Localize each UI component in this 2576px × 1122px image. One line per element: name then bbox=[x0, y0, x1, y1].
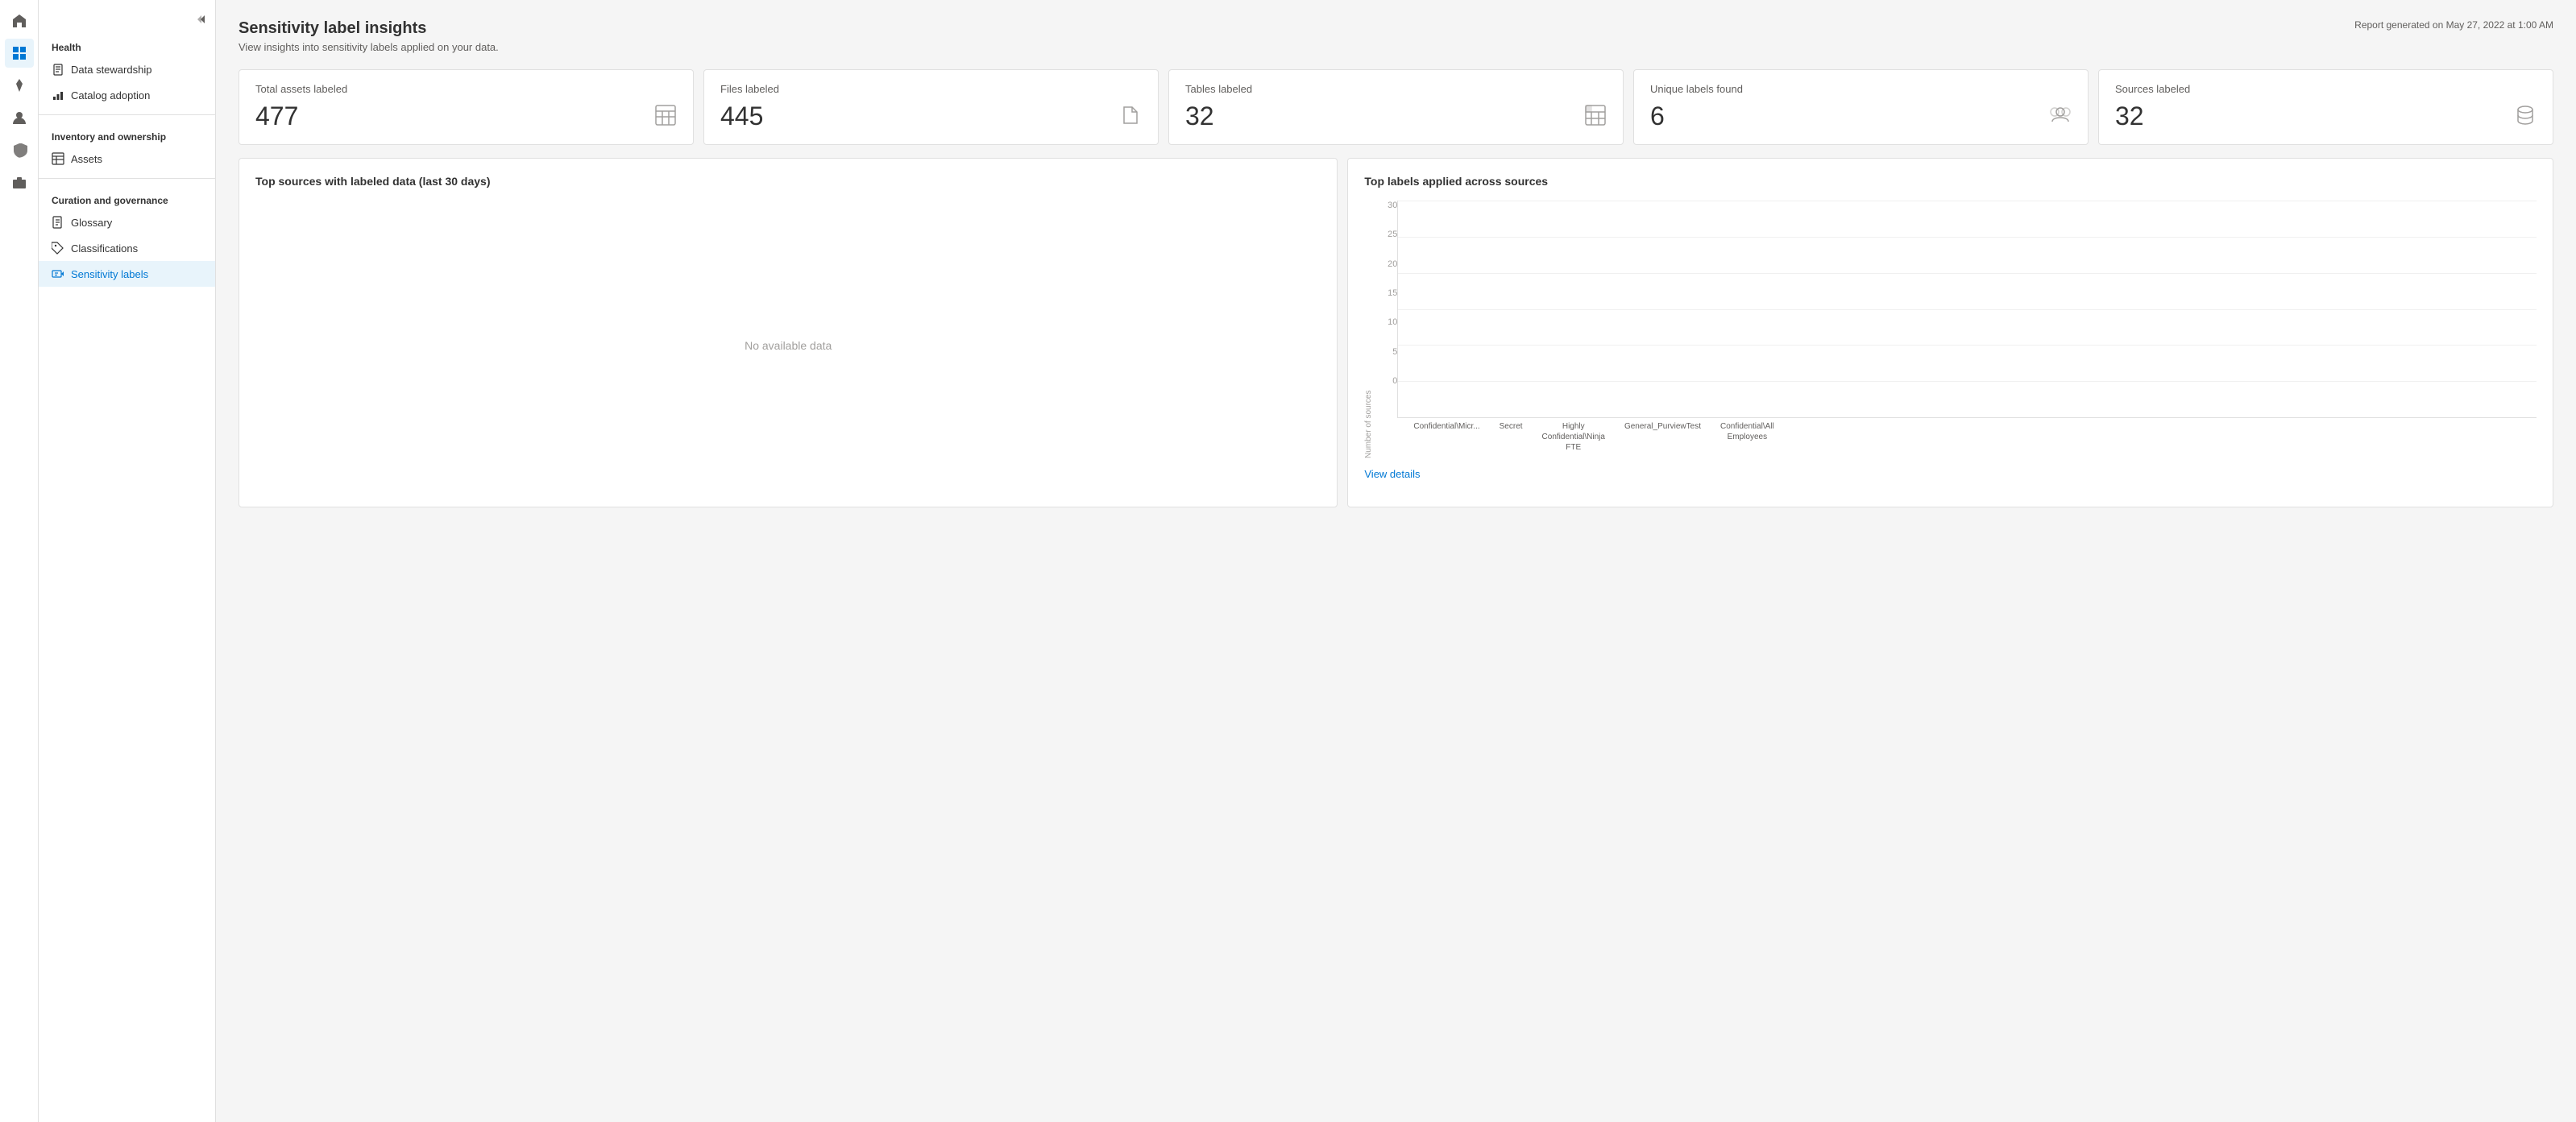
briefcase-nav-icon[interactable] bbox=[5, 168, 34, 197]
curation-section-label: Curation and governance bbox=[39, 185, 215, 209]
tables-labeled-icon bbox=[1584, 104, 1607, 129]
metric-value: 477 bbox=[255, 101, 298, 131]
metric-files-labeled: Files labeled 445 bbox=[703, 69, 1159, 145]
label-icon bbox=[52, 267, 64, 280]
sidebar-item-catalog-adoption[interactable]: Catalog adoption bbox=[39, 82, 215, 108]
sources-labeled-icon bbox=[2514, 104, 2537, 129]
bars-row bbox=[1398, 201, 2537, 417]
metric-tables-labeled: Tables labeled 32 bbox=[1168, 69, 1624, 145]
x-label-4: General_PurviewTest bbox=[1624, 418, 1701, 458]
shield-nav-icon[interactable] bbox=[5, 135, 34, 164]
report-date: Report generated on May 27, 2022 at 1:00… bbox=[2354, 19, 2553, 31]
x-label-3: HighlyConfidential\NinjaFTE bbox=[1542, 418, 1605, 458]
metrics-row: Total assets labeled 477 Files labeled 4… bbox=[239, 69, 2553, 145]
sidebar-item-label: Assets bbox=[71, 153, 102, 165]
main-content: Sensitivity label insights View insights… bbox=[216, 0, 2576, 1122]
sidebar-item-label: Sensitivity labels bbox=[71, 268, 148, 280]
health-section-label: Health bbox=[39, 32, 215, 56]
metric-value: 445 bbox=[720, 101, 763, 131]
book-icon bbox=[52, 216, 64, 229]
metric-value-row: 32 bbox=[2115, 101, 2537, 131]
view-details-link[interactable]: View details bbox=[1364, 468, 1420, 480]
metric-label: Tables labeled bbox=[1185, 83, 1607, 95]
top-sources-chart: Top sources with labeled data (last 30 d… bbox=[239, 158, 1338, 507]
sidebar-toggle[interactable] bbox=[39, 10, 215, 32]
files-labeled-icon bbox=[1119, 104, 1142, 129]
chart-inner: Number of sources 30 25 20 15 10 5 0 bbox=[1364, 201, 2537, 458]
apps-nav-icon[interactable] bbox=[5, 39, 34, 68]
page-subtitle: View insights into sensitivity labels ap… bbox=[239, 41, 499, 53]
metric-value-row: 6 bbox=[1650, 101, 2072, 131]
sidebar-item-assets[interactable]: Assets bbox=[39, 146, 215, 172]
home-nav-icon[interactable] bbox=[5, 6, 34, 35]
y-axis-title: Number of sources bbox=[1364, 201, 1373, 458]
metric-total-assets: Total assets labeled 477 bbox=[239, 69, 694, 145]
sidebar-divider bbox=[39, 114, 215, 115]
metric-sources-labeled: Sources labeled 32 bbox=[2098, 69, 2553, 145]
no-data-message: No available data bbox=[255, 201, 1321, 491]
chart-icon bbox=[52, 89, 64, 101]
metric-label: Total assets labeled bbox=[255, 83, 677, 95]
sidebar-item-data-stewardship[interactable]: Data stewardship bbox=[39, 56, 215, 82]
x-axis-labels: Confidential\Micr... Secret HighlyConfid… bbox=[1397, 418, 2537, 458]
total-assets-icon bbox=[654, 104, 677, 129]
metric-label: Files labeled bbox=[720, 83, 1142, 95]
table-icon bbox=[52, 152, 64, 165]
bars-area bbox=[1397, 201, 2537, 418]
sidebar-item-classifications[interactable]: Classifications bbox=[39, 235, 215, 261]
x-label-1: Confidential\Micr... bbox=[1413, 418, 1479, 458]
person-nav-icon[interactable] bbox=[5, 103, 34, 132]
metric-value: 32 bbox=[1185, 101, 1214, 131]
icon-rail bbox=[0, 0, 39, 1122]
sidebar-item-glossary[interactable]: Glossary bbox=[39, 209, 215, 235]
metric-value: 6 bbox=[1650, 101, 1665, 131]
sidebar-item-sensitivity-labels[interactable]: Sensitivity labels bbox=[39, 261, 215, 287]
sidebar-item-label: Classifications bbox=[71, 242, 138, 255]
sidebar: Health Data stewardship Catalog adoption… bbox=[39, 0, 216, 1122]
metric-value-row: 477 bbox=[255, 101, 677, 131]
y-label-15: 15 bbox=[1388, 288, 1397, 298]
metric-label: Unique labels found bbox=[1650, 83, 2072, 95]
metric-value-row: 32 bbox=[1185, 101, 1607, 131]
tag-icon bbox=[52, 242, 64, 255]
page-header: Sensitivity label insights View insights… bbox=[239, 19, 2553, 53]
page-title: Sensitivity label insights bbox=[239, 19, 499, 38]
metric-value-row: 445 bbox=[720, 101, 1142, 131]
x-label-2: Secret bbox=[1500, 418, 1523, 458]
y-label-25: 25 bbox=[1388, 230, 1397, 239]
metric-value: 32 bbox=[2115, 101, 2144, 131]
top-labels-title: Top labels applied across sources bbox=[1364, 175, 2537, 188]
sidebar-item-label: Catalog adoption bbox=[71, 89, 150, 101]
sidebar-item-label: Data stewardship bbox=[71, 64, 151, 76]
top-labels-chart: Top labels applied across sources Number… bbox=[1347, 158, 2553, 507]
y-axis: 30 25 20 15 10 5 0 bbox=[1375, 201, 1397, 418]
y-label-20: 20 bbox=[1388, 259, 1397, 269]
inventory-section-label: Inventory and ownership bbox=[39, 122, 215, 146]
x-labels-row: Confidential\Micr... Secret HighlyConfid… bbox=[1397, 418, 1790, 458]
top-sources-title: Top sources with labeled data (last 30 d… bbox=[255, 175, 1321, 188]
unique-labels-icon bbox=[2049, 104, 2072, 129]
metric-label: Sources labeled bbox=[2115, 83, 2537, 95]
clipboard-icon bbox=[52, 63, 64, 76]
sidebar-divider-2 bbox=[39, 178, 215, 179]
y-label-30: 30 bbox=[1388, 201, 1397, 210]
x-label-5: Confidential\AllEmployees bbox=[1720, 418, 1774, 458]
page-header-left: Sensitivity label insights View insights… bbox=[239, 19, 499, 53]
sidebar-item-label: Glossary bbox=[71, 217, 112, 229]
metric-unique-labels: Unique labels found 6 bbox=[1633, 69, 2089, 145]
y-label-10: 10 bbox=[1388, 317, 1397, 327]
charts-row: Top sources with labeled data (last 30 d… bbox=[239, 158, 2553, 507]
diamond-nav-icon[interactable] bbox=[5, 71, 34, 100]
